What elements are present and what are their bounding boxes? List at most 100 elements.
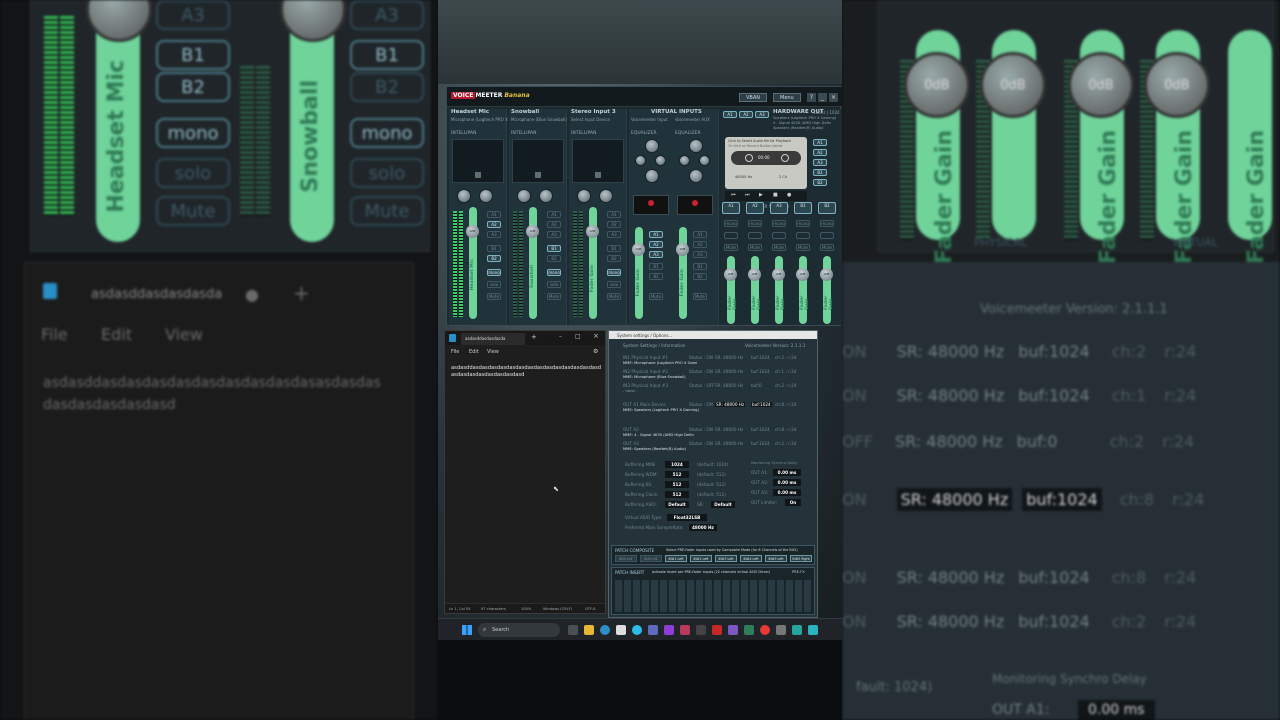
- input-device-3[interactable]: - none -: [623, 389, 637, 393]
- solo-button[interactable]: solo: [607, 281, 621, 288]
- patch-in3-left[interactable]: IN#3 Left: [715, 555, 737, 562]
- mid-knob[interactable]: [679, 155, 690, 166]
- mono-button[interactable]: mono: [796, 220, 810, 227]
- strip-name[interactable]: Snowball: [511, 109, 539, 115]
- app-icon[interactable]: [696, 625, 706, 635]
- buffering-clock-field[interactable]: 512: [665, 491, 689, 498]
- fader-knob[interactable]: 0dB: [820, 268, 833, 281]
- gate-knob[interactable]: [479, 189, 493, 203]
- mid-knob[interactable]: [635, 155, 646, 166]
- virtual-input-1[interactable]: Voicemeeter Input: [631, 117, 668, 122]
- main-samplerate-field[interactable]: 48000 Hz: [689, 524, 717, 531]
- bus-a3[interactable]: A3: [547, 231, 561, 238]
- bus-a1[interactable]: A1: [487, 211, 501, 218]
- app-icon[interactable]: [744, 625, 754, 635]
- fast-forward-icon[interactable]: ⏭: [745, 192, 750, 198]
- mute-button[interactable]: Mute: [796, 244, 810, 251]
- bus-a3[interactable]: A3: [693, 251, 707, 258]
- fader-knob[interactable]: 0dB: [586, 225, 599, 238]
- app-icon[interactable]: [712, 625, 722, 635]
- bus-a3[interactable]: A3: [487, 231, 501, 238]
- mono-button[interactable]: mono: [748, 220, 762, 227]
- hw-device-1[interactable]: Speakers (Logitech PRO X Gaming): [773, 116, 836, 120]
- bus-b2[interactable]: B2: [547, 255, 561, 262]
- strip-device[interactable]: Microphone (Blue Snowball): [511, 117, 567, 122]
- bus-b1[interactable]: B1: [649, 263, 663, 270]
- file-explorer-icon[interactable]: [584, 625, 594, 635]
- input-device-1[interactable]: MME: Microphone (Logitech PRO X Gami: [623, 361, 697, 365]
- mute-button[interactable]: Mute: [820, 244, 834, 251]
- bus-a1[interactable]: A1: [607, 211, 621, 218]
- comp-knob[interactable]: [517, 189, 531, 203]
- patch-bus-ch2[interactable]: BUS ch2: [640, 555, 662, 562]
- mono-button[interactable]: mono: [547, 269, 561, 276]
- app-icon[interactable]: [648, 625, 658, 635]
- bus-a2[interactable]: A2: [547, 221, 561, 228]
- bus-b2[interactable]: B2: [649, 273, 663, 280]
- pan-cursor[interactable]: [595, 172, 601, 178]
- mono-button[interactable]: mono: [724, 220, 738, 227]
- bus-a2[interactable]: A2: [693, 241, 707, 248]
- mute-button[interactable]: Mute: [693, 293, 707, 300]
- gate-knob[interactable]: [599, 189, 613, 203]
- new-tab-icon[interactable]: +: [531, 333, 537, 341]
- maximize-icon[interactable]: □: [575, 333, 581, 340]
- mute-button[interactable]: Mute: [748, 244, 762, 251]
- bus-a3[interactable]: A3: [649, 251, 663, 258]
- menu-file[interactable]: File: [451, 349, 459, 355]
- app-icon[interactable]: [760, 625, 770, 635]
- fader-knob[interactable]: 0dB: [724, 268, 737, 281]
- mono-button[interactable]: mono: [607, 269, 621, 276]
- mid-knob[interactable]: [655, 155, 666, 166]
- notepad-taskbar-icon[interactable]: [808, 625, 818, 635]
- comp-knob[interactable]: [457, 189, 471, 203]
- cassette-recorder[interactable]: Click to Select Audio file for Playback …: [725, 137, 807, 189]
- vasio-type-field[interactable]: Float32LSB: [667, 514, 707, 521]
- solo-button[interactable]: solo: [547, 281, 561, 288]
- mute-button[interactable]: Mute: [547, 293, 561, 300]
- strip-name[interactable]: Stereo Input 3: [571, 109, 616, 115]
- strip-device[interactable]: Select Input Device: [571, 117, 610, 122]
- bus-b2[interactable]: B2: [487, 255, 501, 262]
- tape-b1[interactable]: B1: [813, 169, 827, 176]
- fader-knob[interactable]: 0dB: [676, 243, 689, 256]
- hw-a1-button[interactable]: A1: [723, 111, 737, 118]
- help-icon[interactable]: ?: [807, 93, 816, 102]
- close-icon[interactable]: ×: [829, 93, 838, 102]
- buffering-wdm-field[interactable]: 512: [665, 471, 689, 478]
- fader-knob[interactable]: 0dB: [748, 268, 761, 281]
- mute-button[interactable]: Mute: [649, 293, 663, 300]
- stop-icon[interactable]: ■: [773, 192, 778, 198]
- fader-knob[interactable]: 0dB: [772, 268, 785, 281]
- pan-cursor[interactable]: [535, 172, 541, 178]
- gain-fader[interactable]: [589, 207, 597, 319]
- normal-mode-button[interactable]: B2: [818, 202, 836, 214]
- bus-a1[interactable]: A1: [693, 231, 707, 238]
- bus-b1[interactable]: B1: [693, 263, 707, 270]
- virtual-input-2[interactable]: Voicemeeter AUX: [675, 117, 710, 122]
- mono-button[interactable]: mono: [487, 269, 501, 276]
- gain-fader[interactable]: [529, 207, 537, 319]
- normal-mode-button[interactable]: A1: [722, 202, 740, 214]
- comp-knob[interactable]: [577, 189, 591, 203]
- treble-knob[interactable]: [645, 139, 659, 153]
- bus-b2[interactable]: B2: [607, 255, 621, 262]
- output-device-a3[interactable]: MME: Speakers (Realtek(R) Audio): [623, 447, 686, 451]
- bus-a1[interactable]: A1: [649, 231, 663, 238]
- app-icon[interactable]: [680, 625, 690, 635]
- settings-icon[interactable]: [776, 625, 786, 635]
- patch-in2-left[interactable]: IN#2 Left: [690, 555, 712, 562]
- eq-button[interactable]: [748, 232, 762, 239]
- input-device-2[interactable]: MME: Microphone (Blue Snowball): [623, 375, 686, 379]
- patch-in5-left[interactable]: IN#5 Left: [765, 555, 787, 562]
- menu-edit[interactable]: Edit: [469, 349, 479, 355]
- bus-b2[interactable]: B2: [693, 273, 707, 280]
- output-device-a2[interactable]: MME: 4 - Signal 4K30 (AMD High Defin: [623, 433, 694, 437]
- mono-button[interactable]: mono: [820, 220, 834, 227]
- bass-knob[interactable]: [689, 169, 703, 183]
- mid-knob[interactable]: [699, 155, 710, 166]
- bus-a2[interactable]: A2: [487, 221, 501, 228]
- rewind-icon[interactable]: ⏮: [731, 192, 736, 198]
- mute-button[interactable]: Mute: [772, 244, 786, 251]
- bus-b1[interactable]: B1: [547, 245, 561, 252]
